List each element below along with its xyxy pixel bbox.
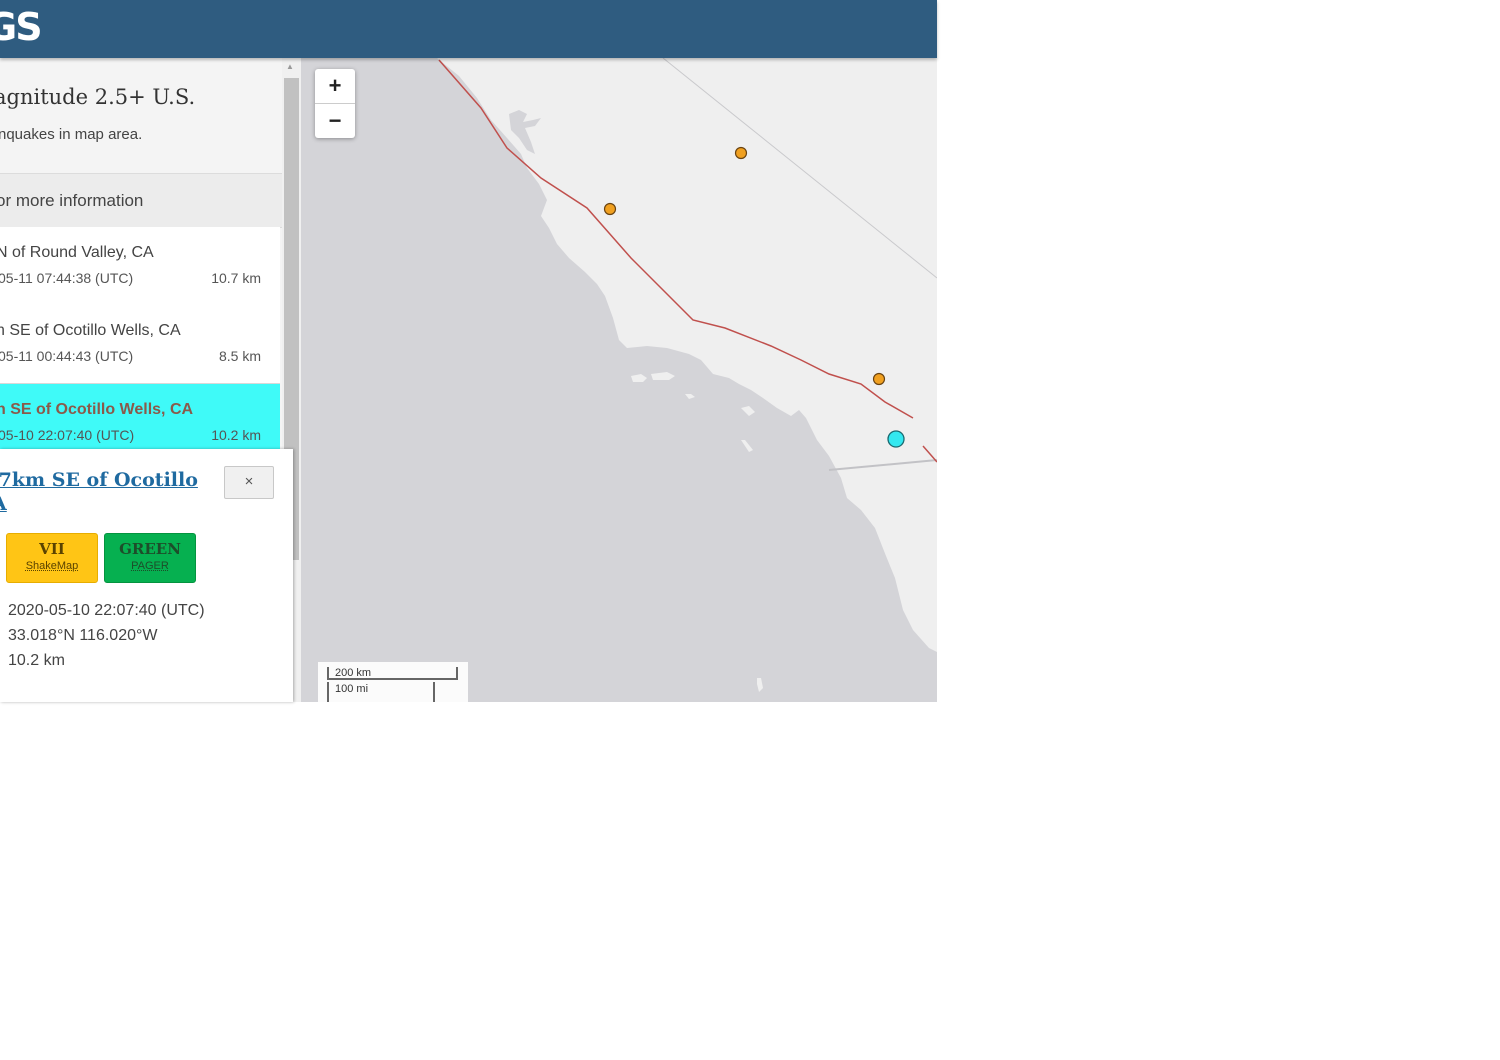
event-title-line-1[interactable]: .7km SE of Ocotillo — [0, 469, 198, 491]
scale-mi: 100 mi — [327, 682, 435, 702]
shakemap-badge[interactable]: VII ShakeMap — [6, 533, 98, 583]
info-text: or more information — [0, 191, 144, 210]
event-depth: 10.2 km — [8, 652, 65, 669]
event-popup: .7km SE of Ocotillo A × VII ShakeMap GRE… — [0, 449, 293, 702]
info-banner[interactable]: or more information — [0, 173, 282, 228]
land-area — [437, 58, 937, 652]
eq-depth: 10.2 km — [211, 427, 261, 443]
list-subtitle: nquakes in map area. — [0, 126, 143, 143]
shakemap-label: ShakeMap — [25, 560, 79, 572]
pager-level: GREEN — [119, 540, 181, 558]
list-item[interactable]: n SE of Ocotillo Wells, CA 05-11 00:44:4… — [0, 305, 280, 384]
earthquake-marker[interactable] — [603, 202, 617, 216]
close-button[interactable]: × — [224, 466, 274, 499]
island — [741, 440, 753, 452]
zoom-out-button[interactable]: − — [315, 104, 355, 138]
island — [685, 394, 695, 399]
app-header: GS — [0, 0, 937, 58]
shakemap-level: VII — [39, 540, 65, 558]
island — [631, 374, 647, 382]
island — [741, 406, 755, 416]
pager-badge[interactable]: GREEN PAGER — [104, 533, 196, 583]
usgs-logo[interactable]: GS — [0, 5, 43, 49]
scale-bar: 200 km 100 mi — [318, 662, 468, 702]
eq-place: n SE of Ocotillo Wells, CA — [0, 322, 181, 339]
eq-time: 05-11 00:44:43 (UTC) — [0, 348, 134, 364]
zoom-control: + − — [315, 69, 355, 138]
earthquake-marker[interactable] — [734, 146, 748, 160]
map-view[interactable]: + − 200 km 100 mi — [301, 58, 937, 702]
list-item[interactable]: N of Round Valley, CA 05-11 07:44:38 (UT… — [0, 227, 280, 306]
eq-time: 05-10 22:07:40 (UTC) — [0, 427, 135, 443]
eq-place: N of Round Valley, CA — [0, 244, 154, 261]
earthquake-marker[interactable] — [872, 372, 886, 386]
zoom-in-button[interactable]: + — [315, 69, 355, 104]
eq-depth: 10.7 km — [211, 270, 261, 286]
selected-earthquake-marker[interactable] — [887, 430, 905, 448]
event-location: 33.018°N 116.020°W — [8, 627, 158, 644]
eq-place: n SE of Ocotillo Wells, CA — [0, 401, 194, 418]
pager-label: PAGER — [131, 560, 169, 572]
list-title: agnitude 2.5+ U.S. — [0, 85, 196, 109]
eq-time: 05-11 07:44:38 (UTC) — [0, 270, 134, 286]
eq-depth: 8.5 km — [218, 348, 261, 364]
event-title-link[interactable]: .7km SE of Ocotillo A — [0, 468, 207, 516]
event-title-line-2[interactable]: A — [0, 493, 7, 515]
map-canvas — [437, 58, 937, 692]
island — [757, 678, 763, 692]
event-time: 2020-05-10 22:07:40 (UTC) — [8, 602, 205, 619]
scroll-up-arrow-icon[interactable]: ▲ — [286, 62, 294, 71]
island — [651, 372, 675, 380]
scale-km: 200 km — [327, 667, 458, 680]
